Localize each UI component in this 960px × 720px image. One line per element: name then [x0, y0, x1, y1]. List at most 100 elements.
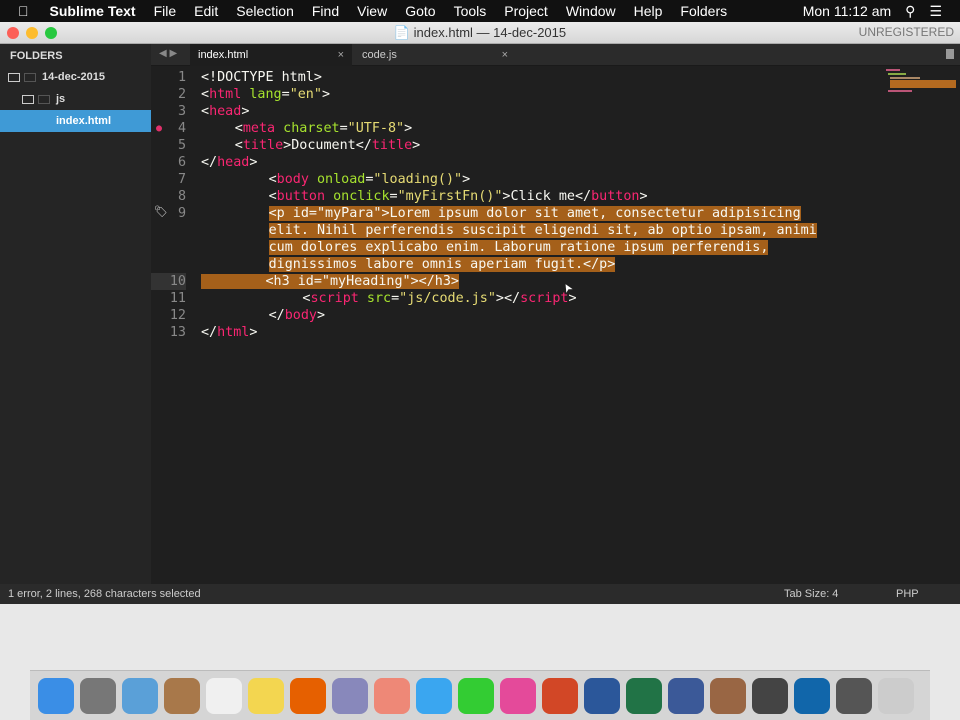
- close-tab-icon[interactable]: ×: [338, 44, 344, 66]
- code-token: script: [310, 291, 359, 306]
- menu-app[interactable]: Sublime Text: [41, 3, 145, 19]
- tab-code-js[interactable]: code.js ×: [354, 44, 516, 66]
- sublime-icon[interactable]: [752, 677, 788, 714]
- code-line[interactable]: dignissimos labore omnis aperiam fugit.<…: [268, 256, 616, 273]
- code-token: <: [268, 172, 277, 187]
- code-line[interactable]: <button onclick="myFirstFn()">Click me</…: [269, 188, 648, 205]
- code-token: onload: [316, 172, 366, 187]
- code-line[interactable]: cum dolores explicabo enim. Laborum rati…: [268, 239, 769, 256]
- apple-icon[interactable]: : [0, 3, 41, 19]
- menu-help[interactable]: Help: [625, 3, 672, 19]
- quicktime-icon[interactable]: [794, 677, 830, 714]
- sidebar: FOLDERS 14-dec-2015 js index.html: [0, 44, 151, 584]
- photos-icon[interactable]: [374, 677, 410, 714]
- code-token: >: [241, 104, 250, 119]
- excel-icon[interactable]: [626, 677, 662, 714]
- menu-file[interactable]: File: [145, 3, 186, 19]
- menu-project[interactable]: Project: [495, 3, 557, 19]
- code-line[interactable]: <head>: [201, 103, 249, 120]
- line-number: 10: [151, 273, 186, 290]
- line-number: 5: [177, 138, 186, 153]
- notification-center-icon[interactable]: ☰: [929, 3, 942, 20]
- powerpoint-icon[interactable]: [542, 677, 578, 714]
- menu-goto[interactable]: Goto: [396, 3, 444, 19]
- code-editor[interactable]: 1 <!DOCTYPE html> 2 <html lang="en"> 3 <head>…: [151, 66, 960, 584]
- code-line[interactable]: </html>: [201, 324, 257, 341]
- word-icon[interactable]: [584, 677, 620, 714]
- code-line[interactable]: <p id="myPara">Lorem ipsum dolor sit ame…: [268, 205, 801, 222]
- file-index-html[interactable]: index.html: [0, 110, 151, 132]
- photo-icon[interactable]: [710, 677, 746, 714]
- folder-js[interactable]: js: [0, 88, 151, 110]
- search-icon[interactable]: ⚲: [905, 3, 915, 20]
- menu-edit[interactable]: Edit: [185, 3, 227, 19]
- notes-icon[interactable]: [248, 677, 284, 714]
- window-titlebar: 📄 index.html — 14-dec-2015 UNREGISTERED: [0, 22, 960, 44]
- code-token: <h3 id="myHeading"></h3>: [265, 274, 459, 289]
- unregistered-label: UNREGISTERED: [858, 25, 954, 39]
- syntax-selector[interactable]: PHP: [896, 584, 919, 604]
- folder-label: 14-dec-2015: [42, 71, 105, 83]
- line-number: 12: [169, 308, 186, 323]
- code-line[interactable]: <title>Document</title>: [235, 137, 420, 154]
- code-token: html: [217, 325, 250, 340]
- code-line[interactable]: </head>: [201, 154, 257, 171]
- folder-label: js: [56, 93, 66, 105]
- minimap[interactable]: [884, 68, 956, 98]
- preview-icon[interactable]: [332, 677, 368, 714]
- folders-header: FOLDERS: [10, 50, 63, 62]
- close-tab-icon[interactable]: ×: [502, 44, 508, 66]
- code-line[interactable]: <script src="js/code.js"></script>: [302, 290, 576, 307]
- code-line[interactable]: </body>: [269, 307, 325, 324]
- code-line[interactable]: <meta charset="UTF-8">: [235, 120, 412, 137]
- tab-index-html[interactable]: index.html ×: [190, 44, 352, 66]
- tab-size-selector[interactable]: Tab Size: 4: [784, 584, 838, 604]
- code-token: src: [366, 291, 392, 306]
- reminders-icon[interactable]: [206, 677, 242, 714]
- menu-find[interactable]: Find: [303, 3, 348, 19]
- itunes-icon[interactable]: [500, 677, 536, 714]
- code-token: >: [568, 291, 577, 306]
- code-token: =: [391, 291, 400, 306]
- tab-nav-arrows-icon[interactable]: ◀ ▶: [159, 48, 177, 59]
- code-line[interactable]: elit. Nihil perferendis suscipit eligend…: [268, 222, 817, 239]
- code-token: >: [639, 189, 648, 204]
- error-marker-icon[interactable]: ●: [156, 123, 162, 134]
- panel-menu-icon[interactable]: [946, 49, 954, 59]
- clock[interactable]: Mon 11:12 am: [803, 3, 891, 19]
- facetime-icon[interactable]: [458, 677, 494, 714]
- code-line[interactable]: <h3 id="myHeading"></h3>: [201, 273, 459, 290]
- contacts-icon[interactable]: [164, 677, 200, 714]
- menu-tools[interactable]: Tools: [445, 3, 496, 19]
- bookmark-tag-icon[interactable]: 🏷: [154, 205, 168, 218]
- code-token: >: [462, 172, 471, 187]
- code-token: <: [268, 189, 277, 204]
- code-line[interactable]: <body onload="loading()">: [269, 171, 471, 188]
- menu-selection[interactable]: Selection: [227, 3, 303, 19]
- line-number: 8: [177, 189, 186, 204]
- menu-view[interactable]: View: [348, 3, 396, 19]
- folder-root[interactable]: 14-dec-2015: [0, 66, 151, 88]
- code-token: "myFirstFn()": [397, 189, 503, 204]
- code-line[interactable]: <html lang="en">: [201, 86, 330, 103]
- finder-icon[interactable]: [38, 677, 74, 714]
- code-token: lang: [249, 87, 282, 102]
- code-text: dignissimos labore omnis aperiam fugit.<…: [268, 257, 616, 272]
- firefox-icon[interactable]: [290, 677, 326, 714]
- folder-open-icon: [8, 72, 20, 82]
- menu-window[interactable]: Window: [557, 3, 625, 19]
- code-token: title: [242, 138, 284, 153]
- launchpad-icon[interactable]: [80, 677, 116, 714]
- code-line[interactable]: <!DOCTYPE html>: [201, 69, 322, 86]
- folder-open-icon: [22, 94, 34, 104]
- scanner-icon[interactable]: [836, 677, 872, 714]
- mail-icon[interactable]: [122, 677, 158, 714]
- messages-icon[interactable]: [416, 677, 452, 714]
- tab-label: index.html: [198, 49, 249, 61]
- code-token: "js/code.js": [399, 291, 496, 306]
- tab-bar: ◀ ▶ index.html × code.js ×: [151, 44, 960, 66]
- status-bar: 1 error, 2 lines, 268 characters selecte…: [0, 584, 960, 604]
- trash-icon[interactable]: [878, 677, 914, 714]
- facebook-icon[interactable]: [668, 677, 704, 714]
- menu-folders[interactable]: Folders: [671, 3, 736, 19]
